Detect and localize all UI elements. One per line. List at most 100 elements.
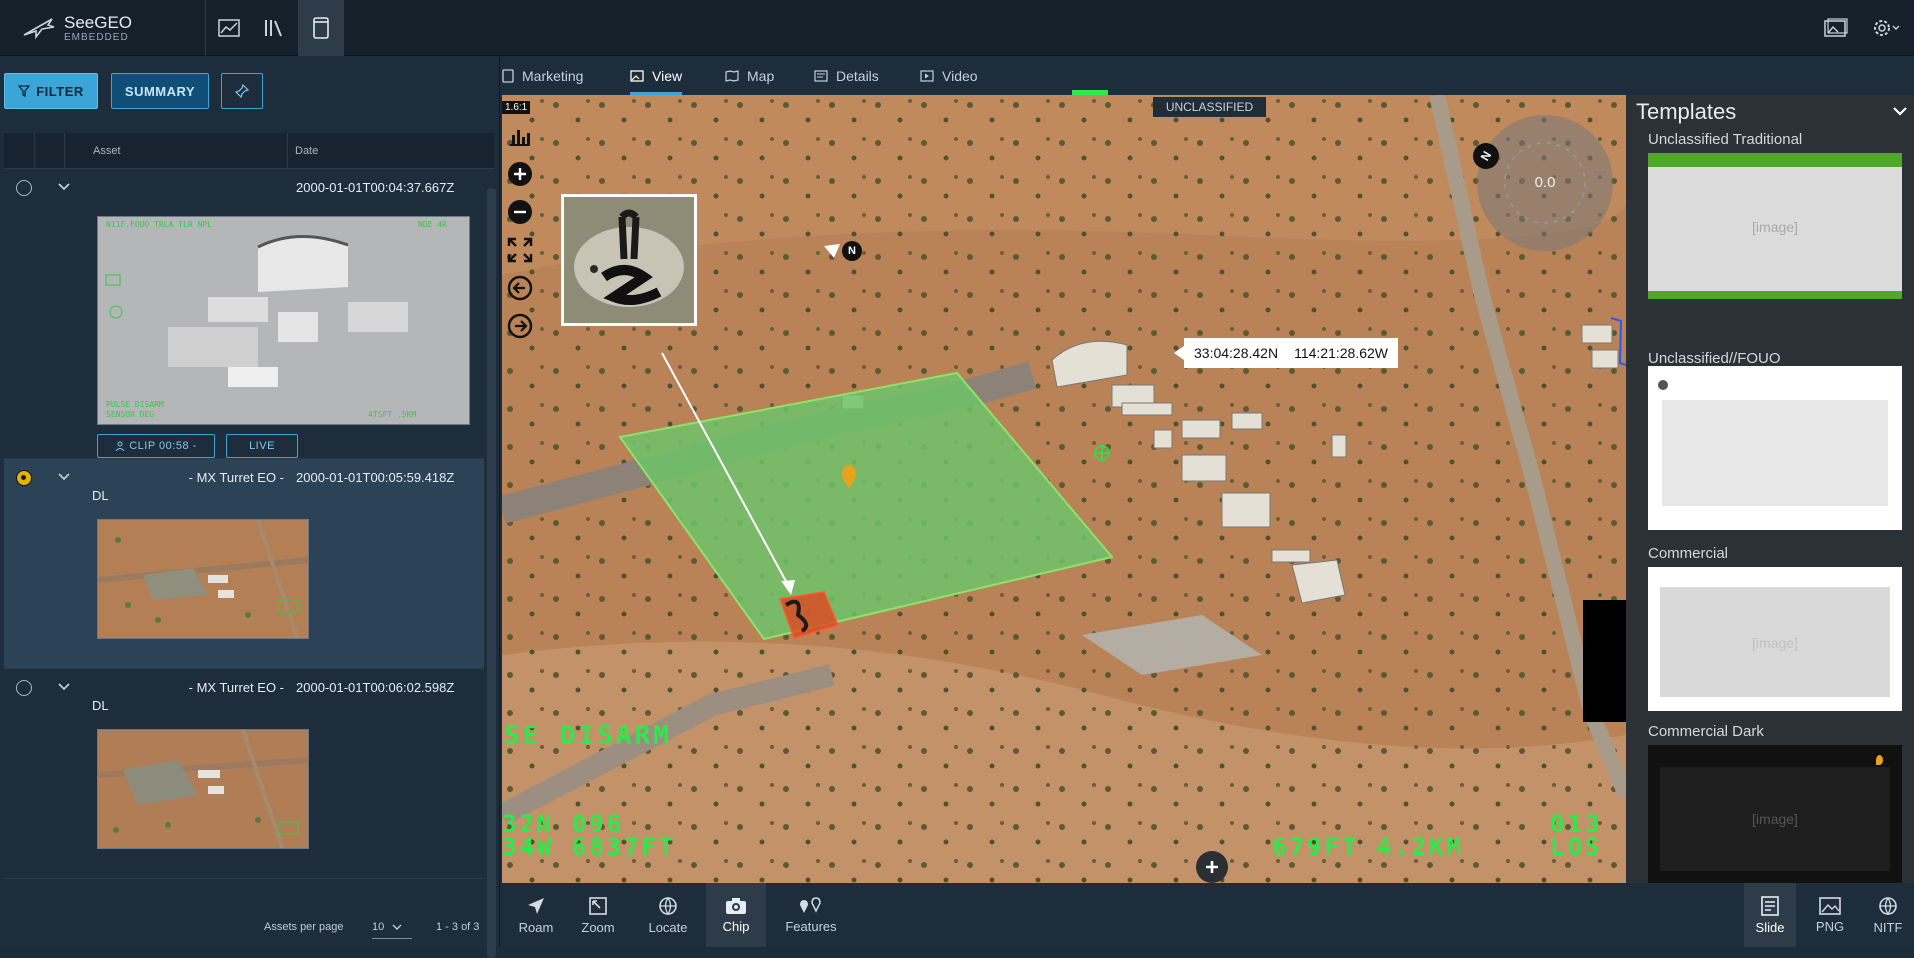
tool-label: Roam [518, 919, 554, 935]
chip-preview[interactable] [561, 194, 697, 326]
templates-title: Templates [1636, 99, 1737, 124]
export-nitf-button[interactable]: NITF [1862, 883, 1914, 947]
image-viewer[interactable]: UNCLASSIFIED 1.6:1 N 33:04:28.42N 114:21… [502, 95, 1626, 883]
features-tool[interactable]: Features [778, 883, 844, 947]
template-name: Commercial Dark [1648, 723, 1764, 740]
template-thumbnail[interactable]: [image] [1648, 745, 1902, 887]
tab-view[interactable]: View [630, 57, 683, 95]
summary-button[interactable]: SUMMARY [111, 73, 209, 109]
export-slide-button[interactable]: Slide [1744, 883, 1796, 947]
template-thumbnail[interactable] [1648, 366, 1902, 530]
row-select-radio[interactable] [16, 180, 32, 196]
per-page-select[interactable]: 10 [372, 915, 412, 939]
template-thumbnail[interactable]: [image] [1648, 567, 1902, 711]
tool-bar: Roam Zoom Locate Chip Features Slide PNG… [502, 883, 1914, 947]
compass[interactable]: N 0.0 [1468, 115, 1613, 251]
asset-row[interactable]: - MX Turret EO - DL 2000-01-01T00:05:59.… [4, 459, 484, 669]
chevron-down-icon[interactable] [1892, 105, 1908, 117]
tab-video[interactable]: Video [920, 57, 978, 95]
settings-button[interactable] [1868, 10, 1904, 46]
hud-right-bottom: LOS [1550, 833, 1603, 861]
tab-marketing[interactable]: Marketing [502, 57, 583, 95]
tab-details[interactable]: Details [814, 57, 879, 95]
template-placeholder: [image] [1752, 219, 1798, 235]
tab-map[interactable]: Map [725, 57, 774, 95]
asset-toolbar: FILTER SUMMARY [0, 57, 500, 125]
asset-thumbnail[interactable]: N11F.FOUO TRLA TLR NPL PULSE DISARM SENS… [97, 216, 470, 425]
asset-thumbnail[interactable] [97, 729, 309, 849]
per-page-value: 10 [372, 920, 385, 933]
template-header-bar [1648, 153, 1902, 167]
chip-tool[interactable]: Chip [706, 883, 766, 947]
template-item[interactable]: Commercial [image] [1626, 545, 1914, 725]
filter-button[interactable]: FILTER [4, 73, 98, 109]
expand-icon [507, 237, 533, 263]
image-icon [630, 70, 644, 82]
image-view-button[interactable] [206, 0, 252, 56]
asset-panel: FILTER SUMMARY Asset Date 2000-01-01T00:… [0, 57, 500, 958]
navigation-arrow-icon [528, 897, 544, 914]
row-select-radio[interactable] [16, 680, 32, 696]
asset-table-header: Asset Date [4, 133, 494, 169]
tab-label: Marketing [522, 68, 584, 84]
longitude: 114:21:28.62W [1294, 345, 1388, 361]
zoom-box-icon [589, 896, 607, 915]
template-footer-bar [1648, 291, 1902, 299]
zoom-out-button[interactable] [505, 197, 535, 227]
template-thumbnail[interactable]: [image] [1648, 153, 1902, 299]
svg-text:4TSFT .5KM: 4TSFT .5KM [368, 410, 416, 419]
asset-row[interactable]: 2000-01-01T00:04:37.667Z N11F.FOUO TRLA … [4, 169, 484, 459]
template-image-area [1662, 400, 1888, 506]
export-png-button[interactable]: PNG [1804, 883, 1856, 947]
chevron-down-icon [392, 924, 402, 930]
asset-thumbnail[interactable] [97, 519, 309, 639]
divider [64, 133, 65, 169]
chevron-down-icon[interactable] [56, 179, 72, 195]
tab-label: View [652, 68, 683, 84]
next-button[interactable] [505, 311, 535, 341]
histogram-button[interactable] [505, 121, 535, 151]
library-icon [265, 20, 282, 37]
scrollbar[interactable] [487, 188, 496, 958]
row-select-radio[interactable] [16, 470, 32, 486]
template-item[interactable]: Unclassified//FOUO [1626, 350, 1914, 530]
template-placeholder: [image] [1752, 811, 1798, 827]
asset-row[interactable]: - MX Turret EO - DL 2000-01-01T00:06:02.… [4, 669, 484, 879]
zoom-tool[interactable]: Zoom [568, 883, 628, 947]
plus-icon [1206, 861, 1218, 873]
clip-label: CLIP 00:58 - [129, 440, 197, 452]
map-pin-icon [800, 896, 821, 913]
zoom-in-button[interactable] [505, 159, 535, 189]
column-date[interactable]: Date [295, 145, 318, 157]
locate-tool[interactable]: Locate [638, 883, 698, 947]
live-button[interactable]: LIVE [226, 434, 298, 458]
chevron-down-icon[interactable] [56, 469, 72, 485]
export-label: Slide [1755, 919, 1785, 935]
templates-panel: Templates Unclassified Traditional [imag… [1626, 95, 1914, 887]
export-label: NITF [1873, 919, 1903, 935]
asset-name: - MX Turret EO - [188, 680, 284, 695]
pagination: Assets per page 10 1 - 3 of 3 [0, 907, 500, 947]
top-bar: SeeGEO EMBEDDED [0, 0, 1914, 56]
bar-chart-icon [510, 130, 530, 146]
hud-status: SE DISARM [504, 721, 672, 751]
template-item[interactable]: Commercial Dark [image] [1626, 723, 1914, 887]
column-asset[interactable]: Asset [93, 145, 121, 157]
tab-label: Details [836, 68, 879, 84]
add-feature-button[interactable] [1196, 851, 1228, 883]
fit-button[interactable] [505, 235, 535, 265]
clip-button[interactable]: CLIP 00:58 - [97, 434, 215, 458]
previous-button[interactable] [505, 273, 535, 303]
document-button[interactable] [298, 0, 344, 56]
roam-tool[interactable]: Roam [506, 883, 566, 947]
template-item[interactable]: Unclassified Traditional [image] [1626, 131, 1914, 311]
asset-name: - MX Turret EO - [188, 470, 284, 485]
gallery-button[interactable] [1818, 10, 1854, 46]
hud-right: 679FT 4.2KM [1272, 833, 1464, 861]
pin-button[interactable] [221, 73, 263, 109]
aerial-image [98, 730, 308, 848]
library-button[interactable] [252, 0, 298, 56]
chevron-down-icon[interactable] [56, 679, 72, 695]
north-marker: N [824, 241, 862, 261]
live-label: LIVE [249, 440, 275, 452]
